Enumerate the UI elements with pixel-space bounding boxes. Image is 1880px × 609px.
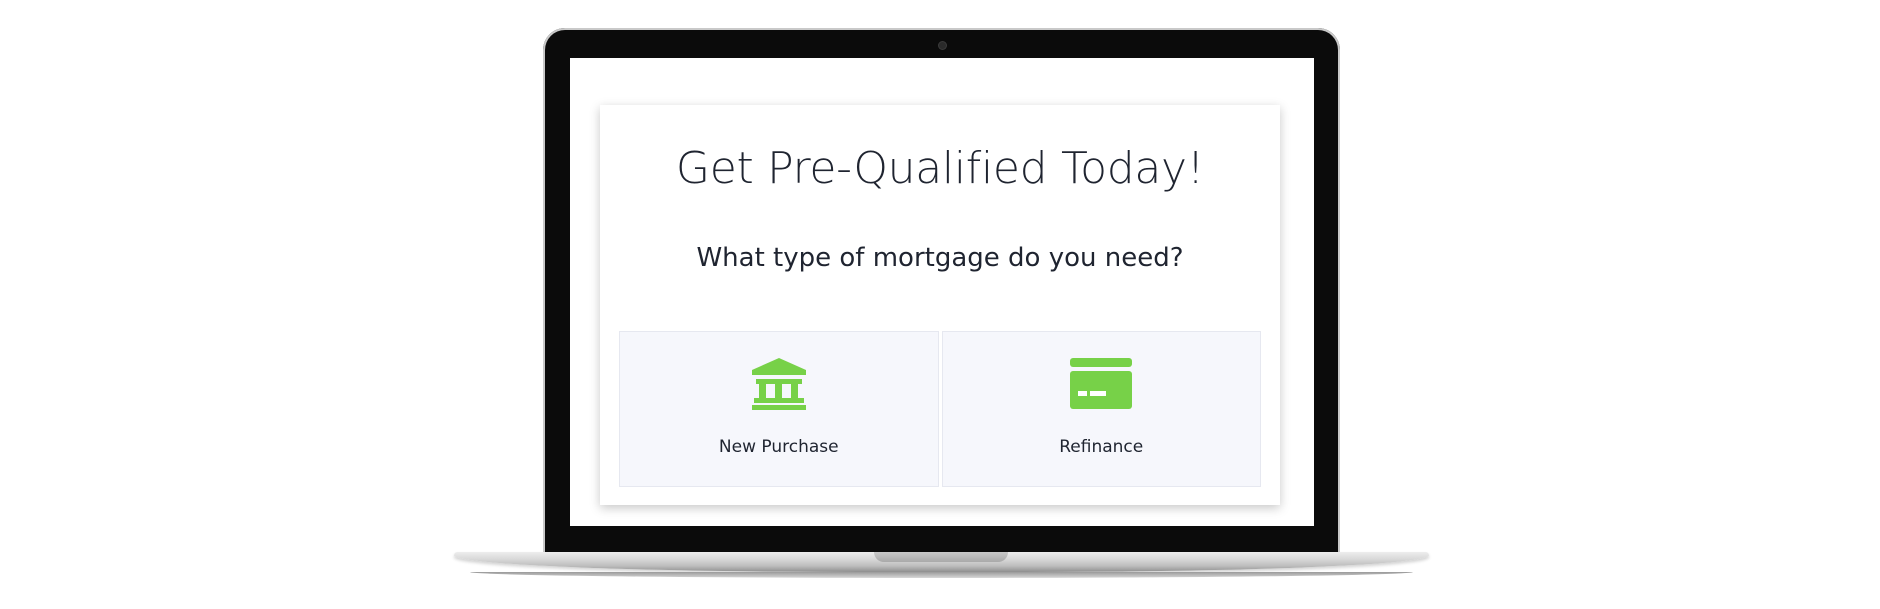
new-purchase-option[interactable]: New Purchase — [619, 331, 939, 487]
laptop-notch — [874, 552, 1008, 562]
laptop-screen: Get Pre-Qualified Today! What type of mo… — [570, 58, 1314, 526]
camera-icon — [939, 42, 946, 49]
refinance-label: Refinance — [1059, 437, 1144, 457]
question-text: What type of mortgage do you need? — [696, 243, 1184, 273]
mortgage-type-options: New Purchase Refinance — [619, 331, 1261, 487]
laptop-mockup: Get Pre-Qualified Today! What type of mo… — [0, 0, 1880, 609]
new-purchase-label: New Purchase — [718, 437, 839, 457]
credit-card-icon — [1070, 356, 1133, 412]
refinance-option[interactable]: Refinance — [941, 331, 1261, 487]
prequalify-card: Get Pre-Qualified Today! What type of mo… — [600, 105, 1280, 505]
page-title: Get Pre-Qualified Today! — [675, 143, 1205, 194]
laptop-base-lip — [470, 572, 1413, 578]
bank-icon — [748, 356, 810, 412]
